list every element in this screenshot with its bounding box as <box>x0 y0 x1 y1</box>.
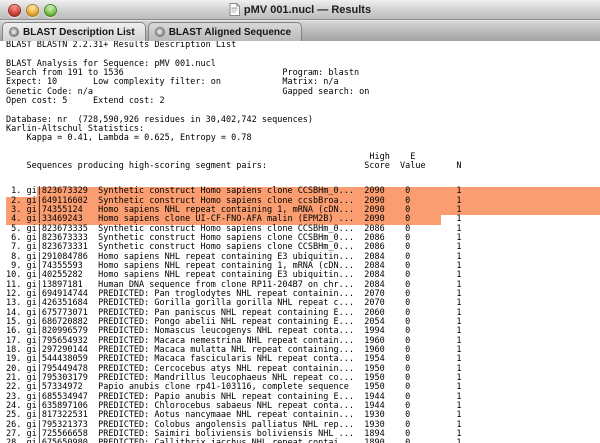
report-line: Kappa = 0.41, Lambda = 0.625, Entropy = … <box>0 134 600 143</box>
report-header: BLAST BLASTN 2.2.31+ Results Description… <box>0 41 600 181</box>
report-line: BLAST BLASTN 2.2.31+ Results Description… <box>0 41 600 50</box>
window-title: pMV 001.nucl — Results <box>244 4 371 16</box>
tab-bar: × BLAST Description List × BLAST Aligned… <box>0 20 600 42</box>
tab-label: BLAST Description List <box>23 27 135 38</box>
title-bar[interactable]: pMV 001.nucl — Results <box>0 0 600 20</box>
report-line <box>0 172 600 181</box>
hit-row[interactable]: 28. gi|675650980 PREDICTED: Callithrix j… <box>0 439 600 443</box>
report-line: Open cost: 5 Extend cost: 2 <box>0 97 600 106</box>
blast-report: BLAST BLASTN 2.2.31+ Results Description… <box>0 41 600 443</box>
tab-blast-description-list[interactable]: × BLAST Description List <box>2 22 146 41</box>
window-title-area: pMV 001.nucl — Results <box>0 0 600 19</box>
tab-close-icon[interactable]: × <box>155 27 165 37</box>
tab-label: BLAST Aligned Sequence <box>169 27 291 38</box>
hit-list: 1. gi|823673329 Synthetic construct Homo… <box>0 187 600 443</box>
hit-row-text: 28. gi|675650980 PREDICTED: Callithrix j… <box>0 439 461 443</box>
results-window: pMV 001.nucl — Results × BLAST Descripti… <box>0 0 600 443</box>
document-icon <box>229 3 240 16</box>
report-line: Sequences producing high-scoring segment… <box>0 162 600 171</box>
tab-blast-aligned-sequence[interactable]: × BLAST Aligned Sequence <box>148 22 302 41</box>
tab-close-icon[interactable]: × <box>9 27 19 37</box>
